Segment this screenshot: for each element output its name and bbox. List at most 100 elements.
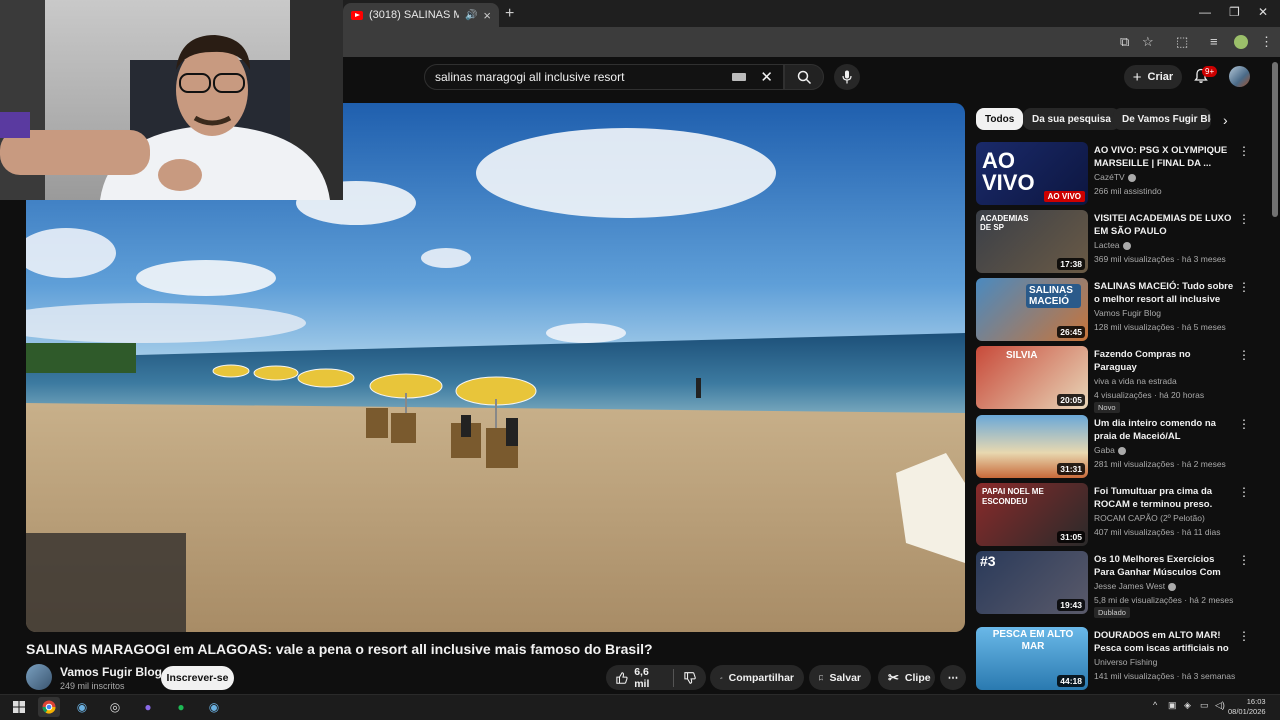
discord-taskbar-icon[interactable]: ● (137, 697, 159, 717)
recommendation-channel[interactable]: Jesse James West (1094, 581, 1177, 591)
recommendation-title[interactable]: AO VIVO: PSG X OLYMPIQUE MARSEILLE | FIN… (1094, 144, 1234, 170)
search-input[interactable]: salinas maragogi all inclusive resort ✕ (424, 64, 784, 90)
recommendation-meta: 128 mil visualizações · há 5 meses (1094, 322, 1226, 332)
share-arrow-icon (720, 676, 723, 679)
steam-alt-taskbar-icon[interactable]: ◉ (203, 697, 225, 717)
recommendation-meta: 281 mil visualizações · há 2 meses (1094, 459, 1226, 469)
bookmark-star-icon[interactable]: ☆ (1142, 34, 1154, 50)
chip-todos[interactable]: Todos (976, 108, 1024, 130)
recommendation-title[interactable]: Foi Tumultuar pra cima da ROCAM e termin… (1094, 485, 1234, 511)
thumbnail-text: #3 (980, 553, 996, 569)
chip-de-vamos-fugir-blog[interactable]: De Vamos Fugir Blog (1113, 108, 1211, 130)
chip-da-sua-pesquisa[interactable]: Da sua pesquisa (1023, 108, 1120, 130)
taskbar-clock[interactable]: 16:03 08/01/2026 (1228, 697, 1266, 717)
page-scrollbar[interactable] (1272, 62, 1278, 217)
recommendation-channel[interactable]: Gaba (1094, 445, 1126, 455)
profile-avatar-icon[interactable] (1234, 35, 1248, 49)
thumbnail-text: SALINAS MACEIÓ (1026, 284, 1081, 308)
video-thumbnail[interactable]: SALINAS MACEIÓ 26:45 (976, 278, 1088, 341)
more-options-icon[interactable]: ⋮ (1238, 280, 1250, 294)
recommendation-title[interactable]: Um dia inteiro comendo na praia de Macei… (1094, 417, 1234, 443)
video-thumbnail[interactable]: AO VIVO AO VIVO (976, 142, 1088, 205)
recommendation-channel[interactable]: viva a vida na estrada (1094, 376, 1177, 386)
browser-tab[interactable]: (3018) SALINAS MARAGOGI 🔊 × (343, 3, 499, 27)
tray-network-icon[interactable]: ◈ (1184, 700, 1191, 711)
media-control-icon[interactable]: ≡ (1210, 34, 1218, 49)
more-options-icon[interactable]: ⋮ (1238, 629, 1250, 643)
clip-button[interactable]: ✂ Clipe (878, 665, 935, 690)
clear-search-icon[interactable]: ✕ (760, 68, 773, 86)
more-options-icon[interactable]: ⋮ (1238, 348, 1250, 362)
save-button[interactable]: Salvar (809, 665, 871, 690)
recommendation-item[interactable]: PAPAI NOEL ME ESCONDEU 31:05 Foi Tumultu… (976, 483, 1256, 547)
spotify-taskbar-icon[interactable]: ● (170, 697, 192, 717)
voice-search-button[interactable] (834, 64, 860, 90)
new-badge: Novo (1094, 402, 1120, 413)
recommendation-item[interactable]: AO VIVO AO VIVO AO VIVO: PSG X OLYMPIQUE… (976, 142, 1256, 206)
share-button[interactable]: Compartilhar (710, 665, 804, 690)
recommendation-title[interactable]: SALINAS MACEIÓ: Tudo sobre o melhor reso… (1094, 280, 1234, 306)
channel-avatar[interactable] (26, 664, 52, 690)
recommendation-item[interactable]: PESCA EM ALTO MAR 44:18 DOURADOS em ALTO… (976, 627, 1256, 691)
cast-icon[interactable]: ⧉ (1120, 34, 1129, 50)
recommendation-item[interactable]: SALINAS MACEIÓ 26:45 SALINAS MACEIÓ: Tud… (976, 278, 1256, 342)
window-close-button[interactable]: ✕ (1258, 5, 1268, 19)
recommendation-item[interactable]: ACADEMIAS DE SP 17:38 VISITEI ACADEMIAS … (976, 210, 1256, 274)
video-thumbnail[interactable]: PESCA EM ALTO MAR 44:18 (976, 627, 1088, 690)
save-label: Salvar (829, 671, 861, 684)
more-options-icon[interactable]: ⋮ (1238, 417, 1250, 431)
recommendation-item[interactable]: 31:31 Um dia inteiro comendo na praia de… (976, 415, 1256, 479)
volume-icon[interactable]: ◁) (1215, 700, 1225, 711)
video-thumbnail[interactable]: SILVIA 20:05 (976, 346, 1088, 409)
recommendation-meta: 141 mil visualizações · há 3 semanas (1094, 671, 1236, 681)
speaker-icon[interactable]: 🔊 (465, 10, 477, 21)
recommendation-item[interactable]: SILVIA 20:05 Fazendo Compras no Paraguay… (976, 346, 1256, 413)
video-thumbnail[interactable]: PAPAI NOEL ME ESCONDEU 31:05 (976, 483, 1088, 546)
more-options-icon[interactable]: ⋮ (1238, 144, 1250, 158)
create-button[interactable]: + Criar (1124, 65, 1182, 89)
video-thumbnail[interactable]: 31:31 (976, 415, 1088, 478)
window-minimize-button[interactable]: — (1199, 5, 1211, 19)
recommendation-channel[interactable]: ROCAM CAPÃO (2º Pelotão) (1094, 513, 1205, 523)
new-tab-button[interactable]: + (505, 5, 514, 23)
more-options-icon[interactable]: ⋮ (1238, 553, 1250, 567)
video-thumbnail[interactable]: ACADEMIAS DE SP 17:38 (976, 210, 1088, 273)
thumbnail-text: PAPAI NOEL ME ESCONDEU (982, 487, 1044, 506)
recommendation-title[interactable]: Fazendo Compras no Paraguay (1094, 348, 1234, 374)
tab-close-icon[interactable]: × (483, 8, 491, 23)
recommendation-title[interactable]: DOURADOS em ALTO MAR! Pesca com iscas ar… (1094, 629, 1234, 655)
recommendation-channel[interactable]: CazéTV (1094, 172, 1136, 182)
steam-taskbar-icon[interactable]: ◉ (71, 697, 93, 717)
tray-monitor-icon[interactable]: ▭ (1200, 700, 1209, 711)
recommendation-item[interactable]: #3 19:43 Os 10 Melhores Exercícios Para … (976, 551, 1256, 618)
subscribe-button[interactable]: Inscrever-se (161, 666, 234, 690)
recommendation-channel[interactable]: Lactea (1094, 240, 1131, 250)
extensions-icon[interactable]: ⬚ (1176, 34, 1188, 50)
bookmark-icon (819, 675, 824, 681)
more-options-icon[interactable]: ⋮ (1238, 212, 1250, 226)
subscriber-count: 249 mil inscritos (60, 681, 125, 691)
recommendation-channel[interactable]: Vamos Fugir Blog (1094, 308, 1161, 318)
recommendation-title[interactable]: Os 10 Melhores Exercícios Para Ganhar Mú… (1094, 553, 1234, 579)
channel-name[interactable]: Vamos Fugir Blog (60, 665, 162, 679)
account-avatar[interactable] (1229, 66, 1250, 87)
search-button[interactable] (784, 64, 824, 90)
more-options-icon[interactable]: ⋮ (1238, 485, 1250, 499)
recommendation-title[interactable]: VISITEI ACADEMIAS DE LUXO EM SÃO PAULO (1094, 212, 1234, 238)
browser-menu-icon[interactable]: ⋮ (1260, 34, 1273, 50)
keyboard-icon[interactable] (732, 73, 747, 81)
recommendation-meta: 4 visualizações · há 20 horas (1094, 390, 1205, 400)
tray-expand-icon[interactable]: ^ (1153, 700, 1157, 710)
chrome-taskbar-icon[interactable] (38, 697, 60, 717)
thumbs-down-icon[interactable] (683, 671, 696, 685)
recommendation-channel[interactable]: Universo Fishing (1094, 657, 1157, 667)
chevron-right-icon[interactable]: › (1223, 112, 1228, 128)
obs-taskbar-icon[interactable]: ◎ (104, 697, 126, 717)
like-button[interactable]: 6,6 mil (616, 666, 663, 690)
window-restore-button[interactable]: ❐ (1229, 5, 1240, 19)
windows-start-icon[interactable] (8, 697, 30, 717)
more-actions-button[interactable]: ⋯ (940, 665, 966, 690)
tray-apps-icon[interactable]: ▣ (1168, 700, 1177, 711)
duration-badge: 19:43 (1057, 599, 1085, 611)
video-thumbnail[interactable]: #3 19:43 (976, 551, 1088, 614)
